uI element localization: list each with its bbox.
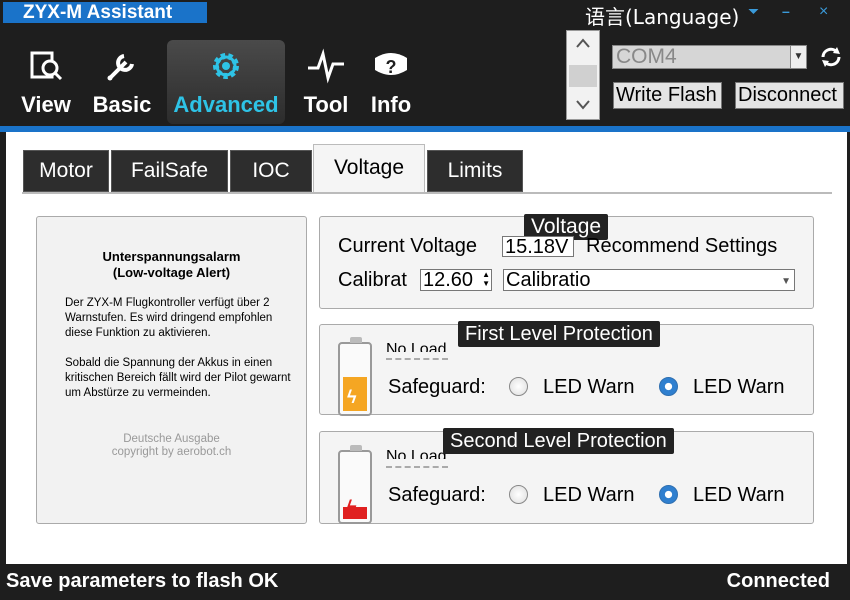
info-footer: Deutsche Ausgabe copyright by aerobot.ch bbox=[37, 433, 306, 459]
info-title-line2: (Low-voltage Alert) bbox=[112, 265, 231, 280]
tab-motor[interactable]: Motor bbox=[23, 150, 109, 192]
language-button[interactable]: 语言(Language) bbox=[585, 1, 739, 30]
first-level-partial-label: No Load bbox=[386, 341, 447, 352]
gear-icon bbox=[213, 53, 239, 79]
info-title: Unterspannungsalarm (Low-voltage Alert) bbox=[37, 249, 306, 281]
close-button[interactable]: × bbox=[819, 3, 828, 21]
recommend-settings-button[interactable]: Recommend Settings bbox=[586, 235, 777, 258]
title-bar: ZYX-M Assistant 语言(Language) ⏷ – × bbox=[0, 0, 850, 29]
help-icon: ? bbox=[375, 53, 407, 77]
info-title-line1: Unterspannungsalarm bbox=[102, 249, 241, 264]
info-footer-line2: copyright by aerobot.ch bbox=[111, 446, 232, 458]
pulse-icon bbox=[308, 48, 344, 84]
scrollbar-thumb[interactable] bbox=[569, 65, 597, 87]
nav-tool[interactable]: Tool bbox=[296, 40, 356, 124]
info-footer-line1: Deutsche Ausgabe bbox=[123, 433, 220, 445]
second-level-option1-label: LED Warn bbox=[543, 484, 635, 506]
disconnect-button[interactable]: Disconnect bbox=[735, 82, 844, 109]
first-level-option2-label: LED Warn bbox=[693, 376, 785, 398]
calibrate-spinbox[interactable]: 12.60 ▲ ▼ bbox=[420, 269, 492, 291]
battery-low-icon: ϟ bbox=[338, 337, 372, 416]
second-level-divider bbox=[386, 466, 448, 470]
wrench-icon bbox=[107, 54, 134, 81]
info-paragraph-2: Sobald die Spannung der Akkus in einen k… bbox=[65, 357, 291, 399]
second-level-safeguard-label: Safeguard: bbox=[388, 484, 486, 506]
app-title: ZYX-M Assistant bbox=[3, 2, 207, 23]
view-search-icon bbox=[30, 51, 63, 81]
info-paragraph-1: Der ZYX-M Flugkontroller verfügt über 2 … bbox=[65, 297, 273, 339]
nav-advanced-label: Advanced bbox=[173, 92, 279, 117]
info-panel: Unterspannungsalarm (Low-voltage Alert) … bbox=[36, 216, 307, 524]
tab-underline bbox=[22, 192, 832, 194]
first-level-option1-label: LED Warn bbox=[543, 376, 635, 398]
minimize-button[interactable]: – bbox=[782, 3, 790, 19]
write-flash-button[interactable]: Write Flash bbox=[613, 82, 722, 109]
nav-view-label: View bbox=[21, 92, 71, 117]
first-level-divider bbox=[386, 358, 448, 362]
second-level-option2-radio[interactable] bbox=[659, 485, 678, 504]
svg-text:?: ? bbox=[386, 57, 397, 77]
nav-basic[interactable]: Basic bbox=[86, 40, 158, 124]
first-level-safeguard-label: Safeguard: bbox=[388, 376, 486, 398]
first-level-title: First Level Protection bbox=[458, 321, 660, 347]
tab-failsafe[interactable]: FailSafe bbox=[111, 150, 228, 192]
tab-ioc[interactable]: IOC bbox=[230, 150, 312, 192]
tab-voltage[interactable]: Voltage bbox=[313, 144, 425, 192]
language-dropdown-icon[interactable]: ⏷ bbox=[748, 3, 759, 20]
nav-basic-label: Basic bbox=[92, 92, 152, 117]
spinner-arrows-icon[interactable]: ▲ ▼ bbox=[482, 270, 490, 288]
com-port-value: COM4 bbox=[616, 45, 677, 68]
status-bar: Save parameters to flash OK Connected bbox=[0, 566, 850, 600]
app-window: ZYX-M Assistant 语言(Language) ⏷ – × View … bbox=[0, 0, 850, 600]
current-voltage-value: 15.18V bbox=[502, 236, 574, 257]
nav-advanced[interactable]: Advanced bbox=[167, 40, 285, 124]
battery-critical-icon: ϟ bbox=[338, 445, 372, 524]
nav-info-label: Info bbox=[370, 92, 412, 117]
second-level-partial-label: No Load bbox=[386, 448, 447, 459]
chevron-up-icon[interactable] bbox=[575, 37, 591, 49]
first-level-option2-radio[interactable] bbox=[659, 377, 678, 396]
nav-info[interactable]: ? Info bbox=[362, 40, 420, 124]
second-level-title: Second Level Protection bbox=[443, 428, 674, 454]
first-level-option1-radio[interactable] bbox=[509, 377, 528, 396]
current-voltage-label: Current Voltage bbox=[338, 235, 477, 257]
nav-tool-label: Tool bbox=[303, 92, 349, 117]
tab-limits[interactable]: Limits bbox=[427, 150, 523, 192]
calibration-select-value: Calibratio bbox=[506, 269, 591, 291]
chevron-down-icon[interactable] bbox=[575, 99, 591, 111]
status-message: Save parameters to flash OK bbox=[6, 570, 279, 592]
second-level-option2-label: LED Warn bbox=[693, 484, 785, 506]
calibrate-value: 12.60 bbox=[423, 269, 474, 291]
refresh-icon[interactable] bbox=[818, 44, 844, 70]
second-level-option1-radio[interactable] bbox=[509, 485, 528, 504]
calibrate-label: Calibrat bbox=[338, 269, 407, 291]
calibration-select[interactable]: Calibratio ▼ bbox=[503, 269, 795, 291]
nav-scrollbar[interactable] bbox=[566, 30, 600, 120]
dropdown-arrow-icon[interactable]: ▼ bbox=[781, 271, 791, 290]
nav-view[interactable]: View bbox=[10, 40, 82, 124]
connection-status: Connected bbox=[726, 570, 830, 592]
com-port-select[interactable]: COM4 ▼ bbox=[612, 45, 807, 69]
dropdown-arrow-icon[interactable]: ▼ bbox=[790, 46, 806, 68]
